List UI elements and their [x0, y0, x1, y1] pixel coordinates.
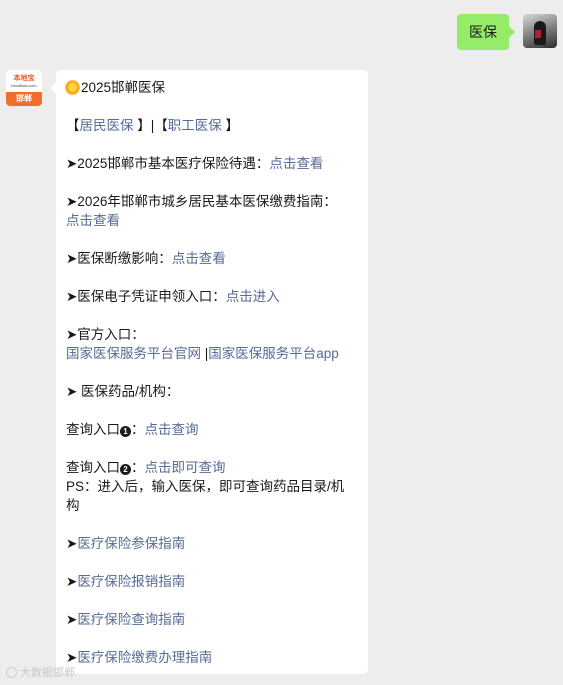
official-entry-label: ➤官方入口： — [66, 327, 145, 342]
query-label: 查询入口 — [66, 422, 120, 437]
guide-enroll: ➤医疗保险参保指南 — [66, 534, 360, 553]
outgoing-message-row: 医保 — [457, 14, 557, 50]
official-entry-links: 国家医保服务平台官网 |国家医保服务平台app — [66, 344, 360, 363]
official-website-link[interactable]: 国家医保服务平台官网 — [66, 346, 201, 361]
item-label: ➤2025邯郸市基本医疗保险待遇： — [66, 156, 270, 171]
lapse-impact-view-link[interactable]: 点击查看 — [172, 251, 226, 266]
item-payment-guide: ➤2026年邯郸市城乡居民基本医保缴费指南： — [66, 192, 360, 211]
avatar-logo-text: 本地宝 — [13, 74, 35, 82]
guide-payment: ➤医疗保险缴费办理指南 — [66, 648, 360, 667]
e-voucher-enter-link[interactable]: 点击进入 — [226, 289, 280, 304]
item-label: ➤医保断缴影响： — [66, 251, 172, 266]
arrow: ➤ — [66, 536, 78, 551]
payment-guide-view-link[interactable]: 点击查看 — [66, 213, 120, 228]
watermark-icon — [6, 666, 17, 678]
colon: ： — [131, 460, 145, 475]
bracket-open: 【 — [66, 118, 80, 133]
bracket-close: 】 — [133, 118, 151, 133]
message-title: 2025邯郸医保 — [66, 78, 360, 97]
avatar-city: 邯郸 — [6, 92, 42, 106]
query-1-link[interactable]: 点击查询 — [145, 422, 199, 437]
guide-query: ➤医疗保险查询指南 — [66, 610, 360, 629]
guide-reimburse: ➤医疗保险报销指南 — [66, 572, 360, 591]
avatar-logo: 本地宝 bendibao.com — [6, 70, 42, 92]
arrow: ➤ — [66, 574, 78, 589]
watermark: 大数据邯郸 — [6, 664, 75, 680]
query-entry-2: 查询入口 2 ：点击即可查询 — [66, 458, 360, 477]
item-lapse-impact: ➤医保断缴影响：点击查看 — [66, 249, 360, 268]
resident-insurance-link[interactable]: 居民医保 — [80, 118, 134, 133]
ps-note-line-1: PS：进入后，输入医保，即可查询药品目录/机 — [66, 479, 345, 494]
user-avatar[interactable] — [523, 14, 557, 48]
bracket-open: 【 — [154, 118, 168, 133]
official-app-link[interactable]: 国家医保服务平台app — [208, 346, 339, 361]
benefits-view-link[interactable]: 点击查看 — [269, 156, 323, 171]
title-text: 2025邯郸医保 — [81, 80, 166, 95]
bracket-close: 】 — [221, 118, 240, 133]
watermark-text: 大数据邯郸 — [20, 667, 75, 679]
item-payment-guide-link-row: 点击查看 — [66, 211, 360, 230]
query-entry-1: 查询入口 1 ：点击查询 — [66, 420, 360, 439]
enroll-guide-link[interactable]: 医疗保险参保指南 — [77, 536, 185, 551]
tab-links: 【居民医保 】|【职工医保 】 — [66, 116, 360, 135]
query-2-link[interactable]: 点击即可查询 — [145, 460, 226, 475]
avatar-accent — [535, 30, 541, 38]
arrow: ➤ — [66, 612, 78, 627]
ps-note-line-2: 构 — [66, 498, 80, 513]
item-e-voucher: ➤医保电子凭证申领入口：点击进入 — [66, 287, 360, 306]
number-badge-2: 2 — [120, 464, 131, 475]
bot-avatar[interactable]: 本地宝 bendibao.com 邯郸 — [6, 70, 42, 106]
outgoing-message-bubble[interactable]: 医保 — [457, 14, 515, 50]
employee-insurance-link[interactable]: 职工医保 — [168, 118, 222, 133]
avatar-logo-sub: bendibao.com — [11, 82, 37, 88]
number-badge-1: 1 — [120, 426, 131, 437]
item-label: ➤2026年邯郸市城乡居民基本医保缴费指南： — [66, 194, 337, 209]
sun-icon — [66, 81, 79, 94]
item-label: ➤医保电子凭证申领入口： — [66, 289, 226, 304]
item-benefits: ➤2025邯郸市基本医疗保险待遇：点击查看 — [66, 154, 360, 173]
incoming-message-bubble: 2025邯郸医保 【居民医保 】|【职工医保 】 ➤2025邯郸市基本医疗保险待… — [50, 70, 368, 674]
outgoing-message-text: 医保 — [469, 24, 497, 40]
query-label: 查询入口 — [66, 460, 120, 475]
colon: ： — [131, 422, 145, 437]
payment-guide-link[interactable]: 医疗保险缴费办理指南 — [77, 650, 212, 665]
reimburse-guide-link[interactable]: 医疗保险报销指南 — [77, 574, 185, 589]
query-guide-link[interactable]: 医疗保险查询指南 — [77, 612, 185, 627]
arrow: ➤ — [66, 650, 78, 665]
drugs-label: ➤ 医保药品/机构： — [66, 384, 180, 399]
